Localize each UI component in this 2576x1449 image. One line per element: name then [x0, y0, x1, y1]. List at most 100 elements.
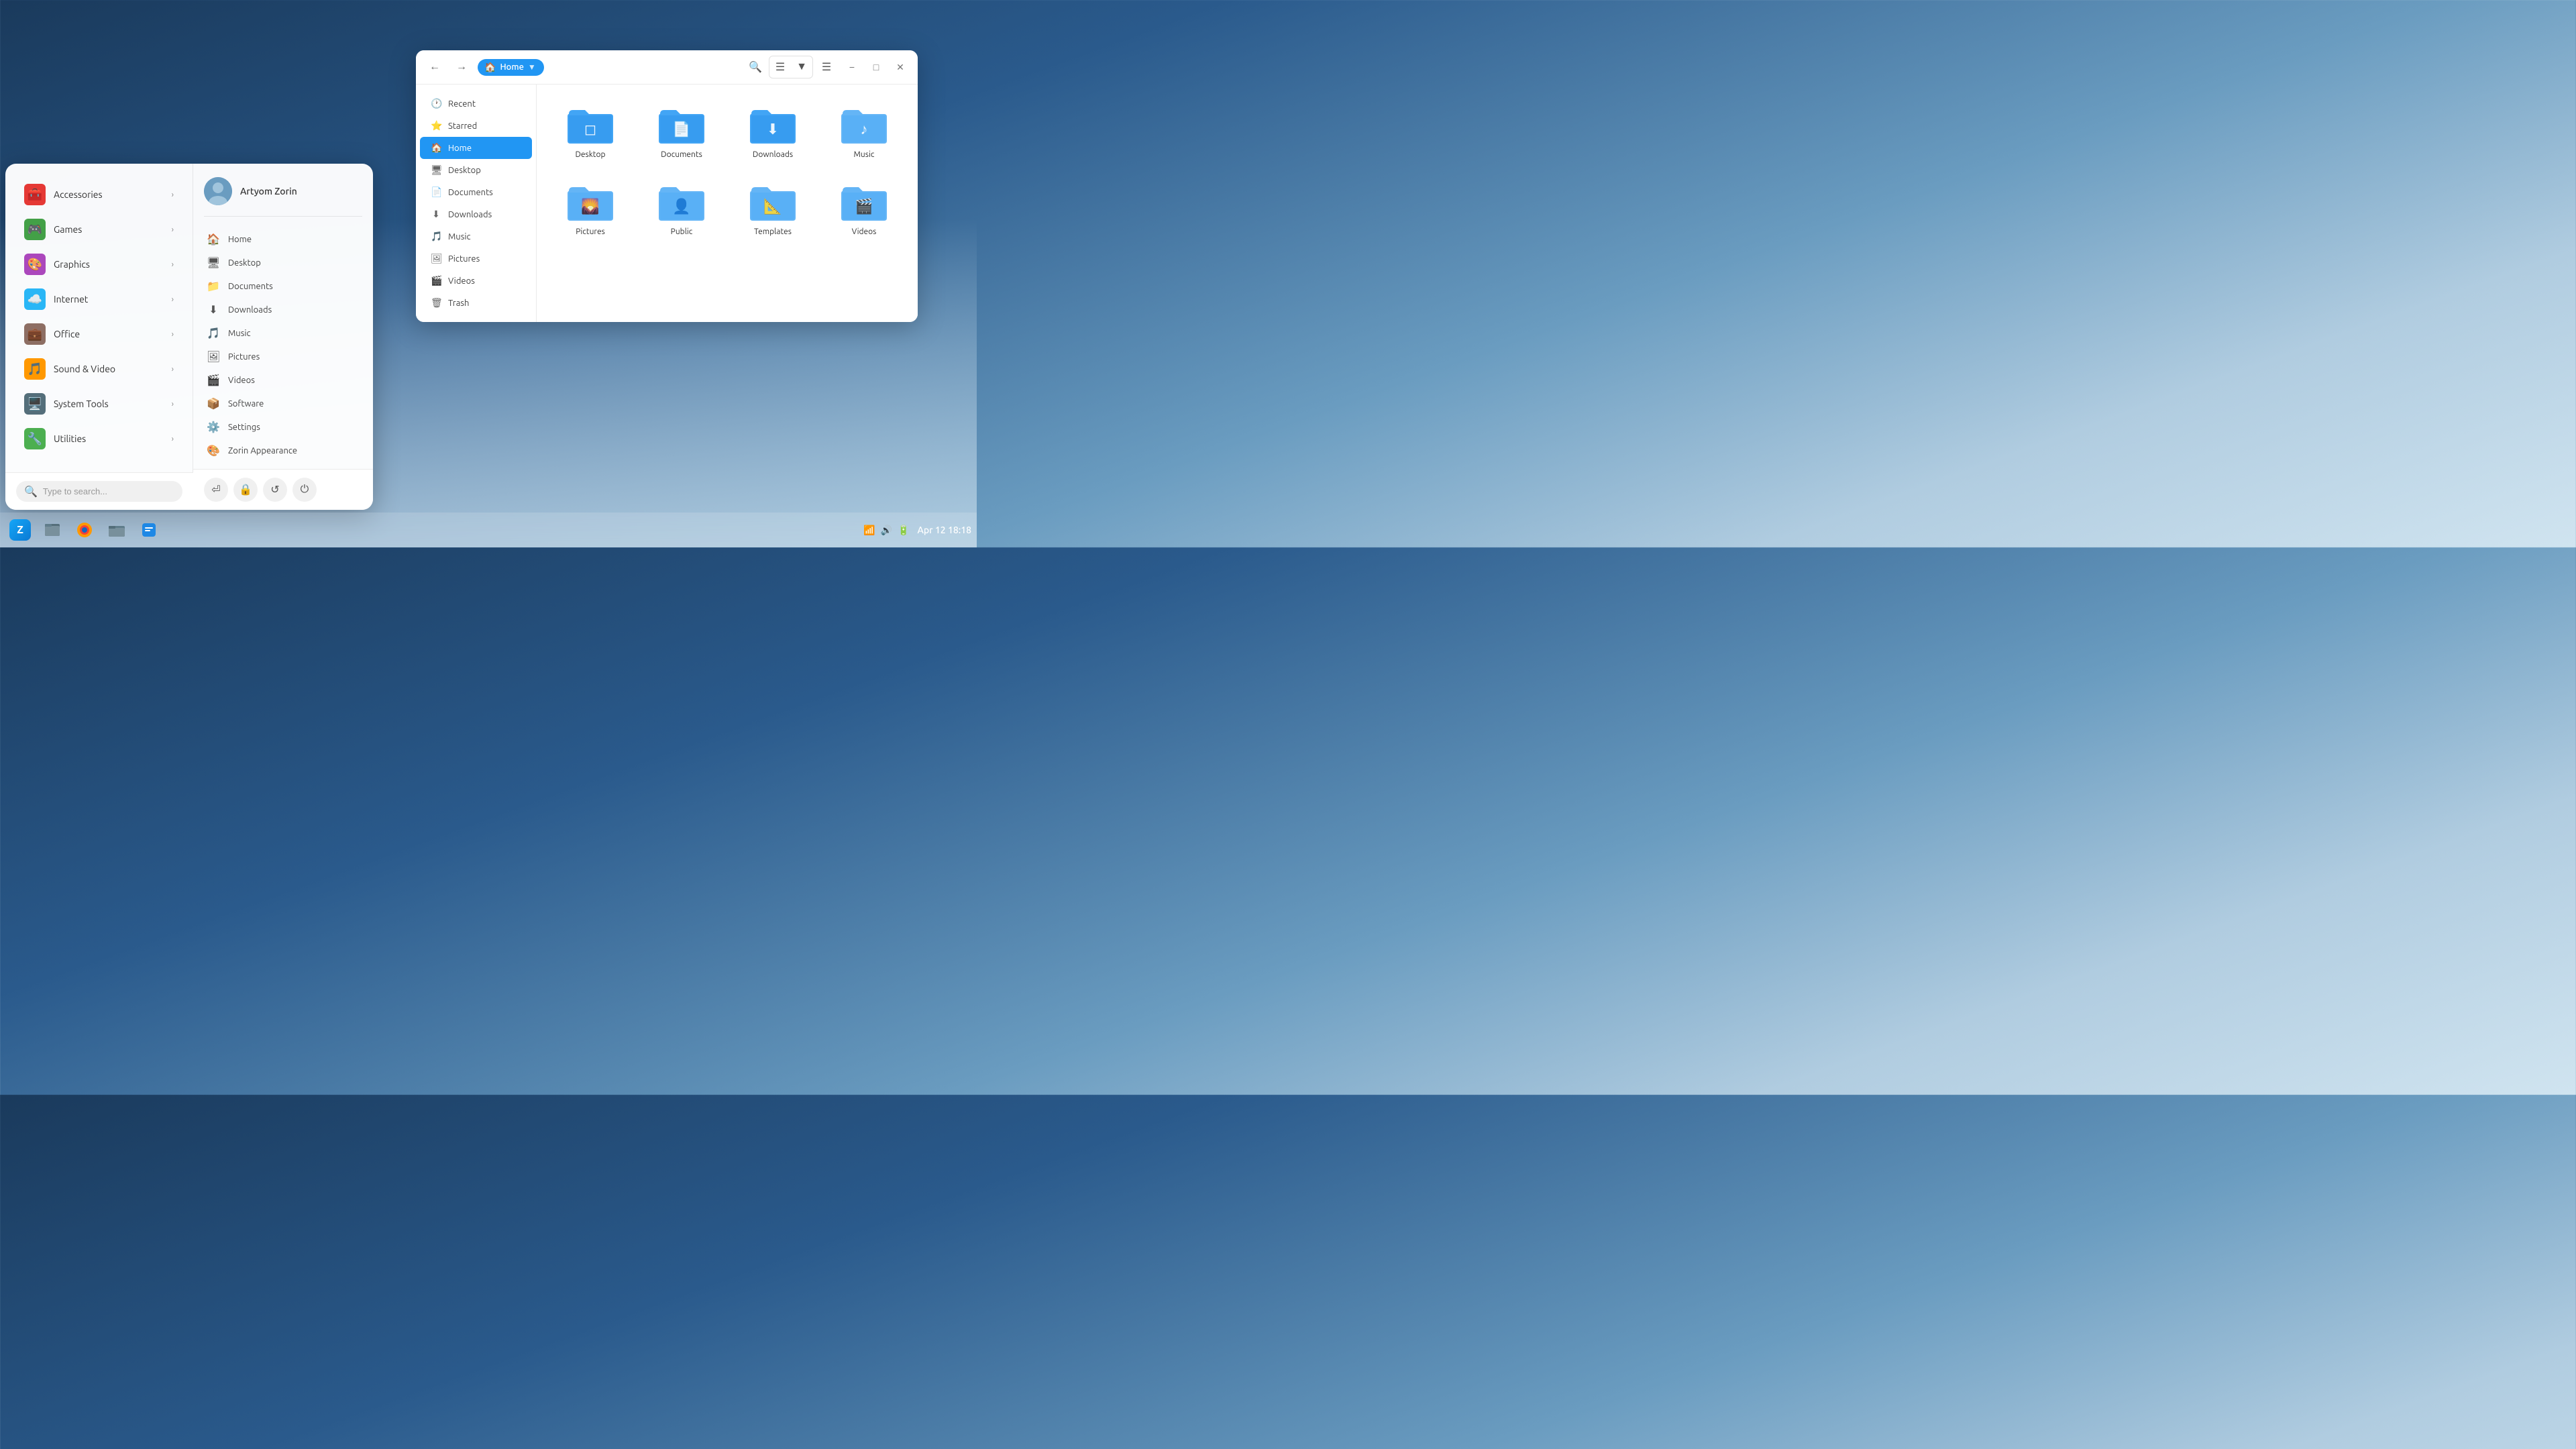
folder-music[interactable]: ♪ Music — [824, 98, 904, 164]
link-videos[interactable]: 🎬 Videos — [204, 368, 362, 392]
folder-public[interactable]: 👤 Public — [641, 175, 722, 241]
link-software[interactable]: 📦 Software — [204, 392, 362, 415]
utilities-label: Utilities — [54, 433, 172, 444]
templates-folder-label: Templates — [754, 227, 792, 236]
minimize-button[interactable]: − — [843, 58, 861, 76]
fm-view-dropdown-button[interactable]: ▼ — [791, 56, 812, 78]
svg-text:🎬: 🎬 — [855, 198, 873, 215]
lock-button[interactable]: 🔒 — [233, 478, 258, 502]
fm-forward-button[interactable]: → — [451, 56, 472, 78]
accessories-arrow: › — [172, 191, 174, 199]
link-pictures[interactable]: 🖼 Pictures — [204, 345, 362, 368]
fm-location-bar[interactable]: 🏠 Home ▼ — [478, 59, 544, 76]
home-sidebar-label: Home — [448, 144, 472, 153]
fm-sidebar-starred[interactable]: ⭐ Starred — [420, 115, 532, 137]
link-zorin-appearance[interactable]: 🎨 Zorin Appearance — [204, 439, 362, 462]
restart-button[interactable]: ↺ — [263, 478, 287, 502]
public-folder-icon: 👤 — [657, 180, 706, 223]
fm-sidebar-documents[interactable]: 📄 Documents — [420, 181, 532, 203]
taskbar-filemanager-button[interactable] — [102, 515, 131, 545]
folder-desktop[interactable]: ◻ Desktop — [550, 98, 631, 164]
music-folder-icon: ♪ — [840, 103, 888, 146]
taskbar-right: 📶 🔊 🔋 Apr 12 18:18 — [863, 525, 971, 536]
fm-toolbar-right: 🔍 ☰ ▼ ☰ − □ ✕ — [745, 56, 910, 78]
link-downloads[interactable]: ⬇ Downloads — [204, 298, 362, 321]
files-icon — [43, 521, 62, 539]
fm-sidebar-desktop[interactable]: 🖥 Desktop — [420, 159, 532, 181]
folder-downloads[interactable]: ⬇ Downloads — [733, 98, 813, 164]
fm-sidebar-downloads[interactable]: ⬇ Downloads — [420, 203, 532, 225]
volume-icon: 🔊 — [881, 525, 892, 536]
taskbar-system-icons: 📶 🔊 🔋 — [863, 525, 909, 536]
fm-sidebar-pictures[interactable]: 🖼 Pictures — [420, 248, 532, 270]
fm-location-label: Home — [500, 62, 523, 72]
category-internet[interactable]: ☁️ Internet › — [11, 282, 187, 317]
battery-icon: 🔋 — [898, 525, 909, 536]
desktop-sidebar-label: Desktop — [448, 166, 481, 175]
music-icon: 🎵 — [207, 327, 220, 339]
app-menu-categories-panel: 🧰 Accessories › 🎮 Games › 🎨 Graphics › ☁… — [5, 164, 193, 510]
pictures-sidebar-label: Pictures — [448, 254, 480, 264]
pictures-sidebar-icon: 🖼 — [431, 253, 441, 264]
music-label: Music — [228, 329, 251, 338]
category-graphics[interactable]: 🎨 Graphics › — [11, 247, 187, 282]
fm-sidebar-home[interactable]: 🏠 Home — [420, 137, 532, 159]
fm-back-button[interactable]: ← — [424, 56, 445, 78]
svg-text:⬇: ⬇ — [767, 121, 779, 138]
category-games[interactable]: 🎮 Games › — [11, 212, 187, 247]
office-arrow: › — [172, 330, 174, 339]
link-desktop[interactable]: 🖥 Desktop — [204, 251, 362, 274]
taskbar-files-button[interactable] — [38, 515, 67, 545]
public-folder-label: Public — [671, 227, 693, 236]
fm-content: ◻ Desktop 📄 Documents ⬇ Downloads ♪ Musi… — [537, 85, 918, 322]
link-settings[interactable]: ⚙️ Settings — [204, 415, 362, 439]
category-sound-video[interactable]: 🎵 Sound & Video › — [11, 352, 187, 386]
home-label: Home — [228, 235, 252, 244]
fm-menu-button[interactable]: ☰ — [816, 56, 837, 78]
user-name: Artyom Zorin — [240, 186, 297, 197]
link-documents[interactable]: 📁 Documents — [204, 274, 362, 298]
category-accessories[interactable]: 🧰 Accessories › — [11, 177, 187, 212]
documents-icon: 📁 — [207, 280, 220, 292]
pictures-icon: 🖼 — [207, 350, 220, 363]
desktop-folder-label: Desktop — [575, 150, 605, 159]
link-music[interactable]: 🎵 Music — [204, 321, 362, 345]
downloads-icon: ⬇ — [207, 303, 220, 316]
trash-sidebar-icon: 🗑 — [431, 297, 441, 309]
system-tools-label: System Tools — [54, 398, 172, 409]
graphics-arrow: › — [172, 260, 174, 269]
home-icon: 🏠 — [207, 233, 220, 246]
taskbar-firefox-button[interactable] — [70, 515, 99, 545]
fm-search-button[interactable]: 🔍 — [745, 56, 766, 78]
taskbar-software-button[interactable] — [134, 515, 164, 545]
zorin-menu-button[interactable]: Z — [5, 515, 35, 545]
fm-sidebar-trash[interactable]: 🗑 Trash — [420, 292, 532, 314]
folder-pictures[interactable]: 🌄 Pictures — [550, 175, 631, 241]
folder-templates[interactable]: 📐 Templates — [733, 175, 813, 241]
internet-arrow: › — [172, 295, 174, 304]
videos-sidebar-icon: 🎬 — [431, 275, 441, 286]
logout-button[interactable]: ⏎ — [204, 478, 228, 502]
close-button[interactable]: ✕ — [891, 58, 910, 76]
fm-sidebar-music[interactable]: 🎵 Music — [420, 225, 532, 248]
app-menu-search-area: 🔍 — [5, 472, 193, 510]
videos-folder-icon: 🎬 — [840, 180, 888, 223]
category-system-tools[interactable]: 🖥️ System Tools › — [11, 386, 187, 421]
fm-sidebar: 🕐 Recent ⭐ Starred 🏠 Home 🖥 Desktop 📄 Do… — [416, 85, 537, 322]
search-input[interactable] — [43, 486, 174, 496]
search-icon: 🔍 — [24, 485, 38, 498]
folder-documents[interactable]: 📄 Documents — [641, 98, 722, 164]
folder-videos[interactable]: 🎬 Videos — [824, 175, 904, 241]
taskbar-clock: Apr 12 18:18 — [917, 525, 971, 535]
link-home[interactable]: 🏠 Home — [204, 227, 362, 251]
fm-sidebar-videos[interactable]: 🎬 Videos — [420, 270, 532, 292]
fm-sidebar-recent[interactable]: 🕐 Recent — [420, 93, 532, 115]
fm-list-view-button[interactable]: ☰ — [769, 56, 791, 78]
maximize-button[interactable]: □ — [867, 58, 885, 76]
category-utilities[interactable]: 🔧 Utilities › — [11, 421, 187, 456]
power-button[interactable]: ⏻ — [292, 478, 317, 502]
category-office[interactable]: 💼 Office › — [11, 317, 187, 352]
desktop-sidebar-icon: 🖥 — [431, 164, 441, 176]
svg-text:📄: 📄 — [672, 121, 690, 138]
fm-titlebar: ← → 🏠 Home ▼ 🔍 ☰ ▼ ☰ − □ ✕ — [416, 50, 918, 85]
